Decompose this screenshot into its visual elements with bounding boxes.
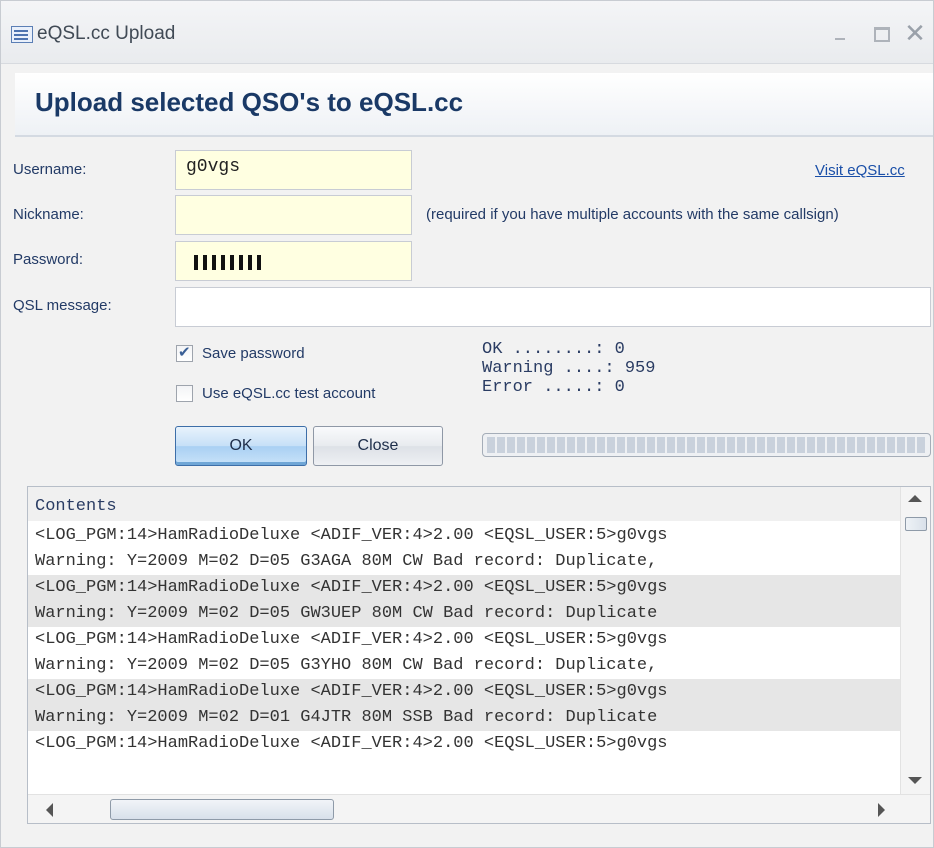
password-mask [194, 255, 401, 270]
horizontal-scrollbar[interactable] [28, 794, 930, 823]
log-line: <LOG_PGM:14>HamRadioDeluxe <ADIF_VER:4>2… [35, 630, 668, 649]
scroll-left-icon[interactable] [46, 803, 53, 817]
qsl-message-field[interactable] [175, 287, 931, 327]
password-label: Password: [13, 251, 84, 268]
password-mask-char [203, 255, 207, 270]
stat-error: Error .....: 0 [482, 378, 625, 397]
log-line: <LOG_PGM:14>HamRadioDeluxe <ADIF_VER:4>2… [35, 526, 668, 545]
log-line: <LOG_PGM:14>HamRadioDeluxe <ADIF_VER:4>2… [28, 575, 900, 601]
scroll-down-icon[interactable] [908, 777, 922, 784]
password-mask-char [248, 255, 252, 270]
log-line: <LOG_PGM:14>HamRadioDeluxe <ADIF_VER:4>2… [35, 734, 668, 753]
log-line: Warning: Y=2009 M=02 D=01 G4JTR 80M SSB … [28, 705, 900, 731]
log-line: Warning: Y=2009 M=02 D=05 G3AGA 80M CW B… [35, 552, 658, 571]
nickname-field[interactable] [175, 195, 412, 235]
close-icon[interactable]: ✕ [901, 19, 929, 47]
password-mask-char [212, 255, 216, 270]
password-field[interactable] [175, 241, 412, 281]
save-password-label[interactable]: Save password [202, 345, 305, 362]
scroll-up-icon[interactable] [908, 495, 922, 502]
password-mask-char [221, 255, 225, 270]
username-label: Username: [13, 161, 87, 178]
test-account-checkbox[interactable] [176, 385, 193, 402]
nickname-label: Nickname: [13, 206, 84, 223]
upload-stats: OK ........: 0 Warning ....: 959 Error .… [482, 340, 655, 397]
contents-header: Contents [28, 487, 900, 521]
vertical-scroll-thumb[interactable] [905, 517, 927, 531]
log-line: Warning: Y=2009 M=02 D=05 GW3UEP 80M CW … [28, 601, 900, 627]
stat-ok: OK ........: 0 [482, 340, 625, 359]
vertical-scrollbar[interactable] [900, 487, 930, 794]
title-bar[interactable]: eQSL.cc Upload ✕ [1, 1, 933, 64]
maximize-icon[interactable] [867, 19, 895, 47]
log-lines: <LOG_PGM:14>HamRadioDeluxe <ADIF_VER:4>2… [28, 523, 900, 757]
test-account-label[interactable]: Use eQSL.cc test account [202, 385, 375, 402]
qsl-message-label: QSL message: [13, 297, 112, 314]
scroll-right-icon[interactable] [878, 803, 885, 817]
stat-warning: Warning ....: 959 [482, 359, 656, 378]
horizontal-scroll-thumb[interactable] [110, 799, 334, 820]
page-title: Upload selected QSO's to eQSL.cc [35, 87, 464, 117]
upload-progress-bar [482, 433, 931, 457]
progress-fill [487, 437, 926, 453]
visit-eqsl-link[interactable]: Visit eQSL.cc [815, 162, 905, 179]
close-button[interactable]: Close [313, 426, 443, 466]
password-mask-char [194, 255, 198, 270]
log-line: <LOG_PGM:14>HamRadioDeluxe <ADIF_VER:4>2… [28, 679, 900, 705]
minimize-icon[interactable] [827, 19, 855, 47]
password-mask-char [239, 255, 243, 270]
window-title: eQSL.cc Upload [37, 23, 176, 44]
username-field[interactable]: g0vgs [175, 150, 412, 190]
password-mask-char [230, 255, 234, 270]
ok-button[interactable]: OK [175, 426, 307, 466]
log-line: Warning: Y=2009 M=02 D=05 G3YHO 80M CW B… [35, 656, 658, 675]
nickname-hint: (required if you have multiple accounts … [426, 206, 839, 223]
contents-log[interactable]: Contents <LOG_PGM:14>HamRadioDeluxe <ADI… [27, 486, 931, 824]
eqsl-upload-window: eQSL.cc Upload ✕ Upload selected QSO's t… [0, 0, 934, 848]
app-window-icon [11, 26, 33, 43]
header-band: Upload selected QSO's to eQSL.cc [15, 73, 933, 137]
save-password-checkbox[interactable] [176, 343, 193, 362]
password-mask-char [257, 255, 261, 270]
